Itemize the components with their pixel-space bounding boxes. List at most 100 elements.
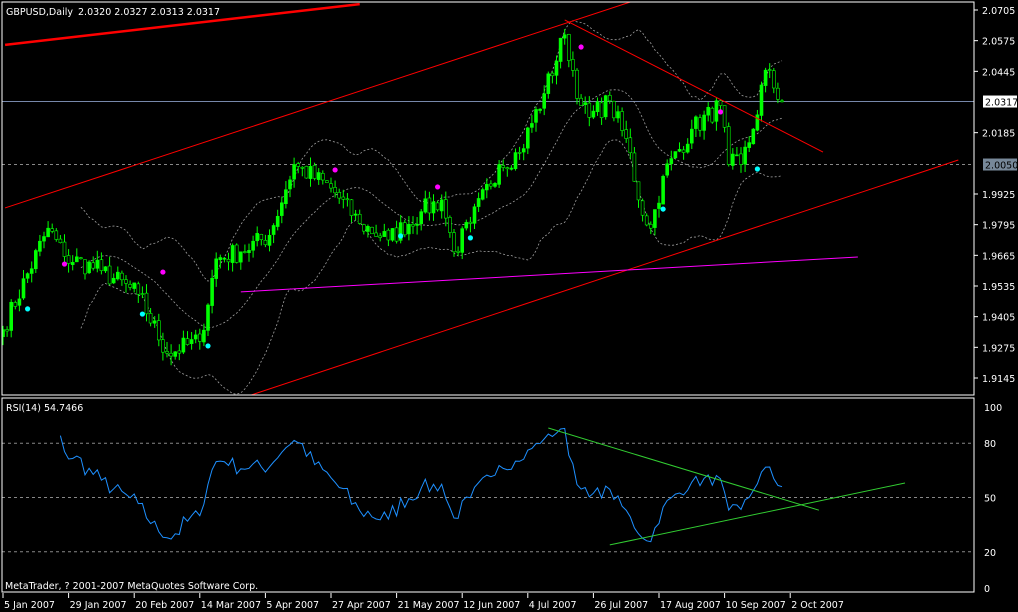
candle [448, 215, 452, 238]
candle-body [390, 228, 395, 241]
candle [702, 110, 706, 140]
candle-body [173, 351, 177, 357]
candle [521, 143, 526, 161]
candle [103, 266, 108, 274]
chart-window[interactable]: GBPUSD,Daily 2.0320 2.0327 2.0313 2.0317… [0, 0, 1018, 612]
candle-body [66, 255, 71, 264]
candle-body [128, 284, 132, 288]
candle [673, 151, 678, 159]
candle-body [497, 164, 501, 185]
candle-body [271, 225, 276, 235]
candle-body [661, 176, 665, 205]
candle-body [193, 334, 198, 340]
bollinger-middle [80, 89, 783, 329]
candle [234, 243, 239, 264]
candle [546, 71, 551, 99]
candle-body [431, 201, 436, 214]
candle [759, 81, 764, 122]
candle-body [743, 146, 747, 165]
candle-body [411, 223, 415, 227]
candle-body [640, 200, 645, 216]
candle-body [493, 183, 497, 187]
candle-body [636, 181, 641, 201]
candle [571, 51, 575, 77]
candle [70, 255, 75, 271]
candle-body [161, 339, 165, 353]
candle [747, 136, 752, 153]
candle-body [120, 272, 124, 281]
candle-body [476, 198, 481, 207]
candle-body [337, 192, 342, 199]
candle [722, 105, 727, 133]
candle [124, 275, 128, 293]
candle-body [345, 198, 350, 201]
candle-body [169, 352, 173, 357]
candle [644, 213, 649, 227]
candle-body [206, 304, 210, 331]
date-tick-label: 27 Apr 2007 [332, 600, 391, 611]
candle-body [21, 278, 26, 299]
price-tick-label: 2.0575 [982, 37, 1015, 48]
candle [730, 148, 735, 170]
candle [550, 71, 555, 84]
candle-body [763, 69, 768, 86]
candle-body [13, 302, 18, 307]
date-tick-label: 21 May 2007 [398, 600, 460, 611]
candle-body [439, 199, 444, 212]
candle-body [218, 257, 223, 261]
candle-body [468, 221, 473, 224]
candle-body [111, 277, 116, 284]
candle [595, 97, 600, 116]
candle [239, 251, 243, 270]
candle [263, 234, 268, 248]
candle-body [300, 166, 305, 169]
candle-body [177, 350, 182, 354]
candle [198, 328, 202, 350]
candle [509, 165, 514, 171]
candle-body [505, 167, 510, 170]
candle [54, 228, 59, 242]
candle [739, 147, 743, 173]
candle-body [603, 95, 608, 118]
candle [9, 299, 13, 338]
candle [320, 170, 325, 185]
candle [415, 217, 419, 235]
candle-body [534, 109, 538, 123]
candle [42, 231, 46, 249]
candle [288, 175, 292, 198]
candle-body [657, 202, 661, 209]
candle [5, 326, 9, 337]
candle-body [29, 268, 34, 274]
candle [755, 109, 760, 132]
candle [677, 142, 682, 153]
candle [75, 248, 79, 263]
candle-body [329, 183, 333, 189]
candle [370, 226, 374, 235]
candle [378, 232, 383, 242]
fractal-down-marker [205, 343, 211, 349]
candle [128, 280, 132, 291]
candle-body [677, 149, 682, 152]
candle [468, 216, 473, 233]
candle [484, 178, 489, 199]
candle-body [349, 199, 354, 216]
rsi-resistance-trendline [548, 427, 820, 511]
candle [665, 159, 670, 178]
support-trendline [240, 256, 858, 293]
candle [489, 180, 493, 190]
candle-body [107, 265, 112, 285]
candle-body [325, 180, 329, 183]
candle-body [718, 100, 723, 106]
candle-body [546, 73, 551, 94]
candle-body [75, 256, 79, 263]
candle [476, 192, 481, 212]
candle-body [275, 215, 280, 227]
candle-body [132, 282, 136, 289]
candle [648, 221, 653, 235]
fractal-down-marker [660, 206, 666, 212]
date-tick-label: 17 Aug 2007 [660, 600, 721, 611]
rsi-tick-label: 50 [984, 494, 996, 505]
date-tick-label: 26 Jul 2007 [594, 600, 648, 611]
price-tick-label: 1.9795 [982, 221, 1015, 232]
candle [267, 229, 272, 252]
